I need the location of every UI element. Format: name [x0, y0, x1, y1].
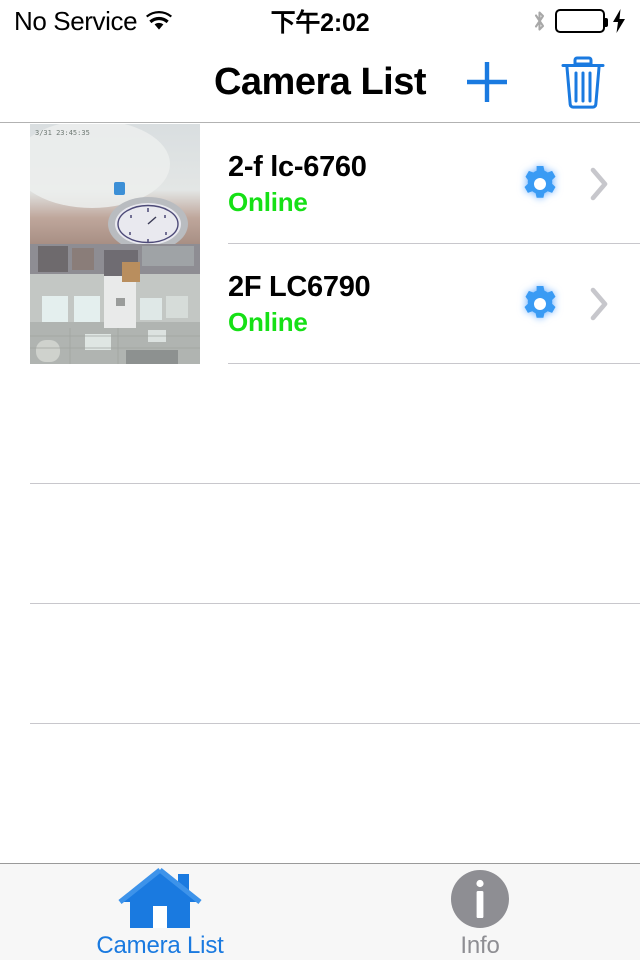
camera-info: 2-f lc-6760 Online: [228, 151, 367, 218]
row-actions: [518, 162, 640, 206]
status-bar-right: [531, 9, 626, 33]
tab-label: Camera List: [96, 932, 224, 959]
empty-list-row: [0, 604, 640, 724]
bluetooth-icon: [531, 9, 548, 33]
chevron-right-icon: [590, 167, 608, 201]
chevron-right-icon: [590, 287, 608, 321]
camera-list[interactable]: 3/31 23:45:35 2-f lc-6760 Online 2F LC67…: [0, 124, 640, 863]
camera-info: 2F LC6790 Online: [228, 270, 371, 338]
thumbnail-timestamp: 3/31 23:45:35: [35, 129, 90, 137]
clock-label: 下午2:02: [270, 9, 370, 37]
table-row[interactable]: 3/31 23:45:35 2-f lc-6760 Online: [0, 124, 640, 244]
empty-list-row: [0, 364, 640, 484]
status-bar: No Service 下午2:02: [0, 0, 640, 42]
table-row[interactable]: 2F LC6790 Online: [0, 244, 640, 364]
battery-nub: [604, 18, 608, 27]
battery-icon: [555, 9, 608, 33]
info-circle-icon: [449, 868, 511, 930]
tab-camera-list[interactable]: Camera List: [0, 864, 320, 960]
nav-bar-actions: [461, 54, 640, 110]
add-camera-button[interactable]: [461, 56, 513, 108]
delete-camera-button[interactable]: [559, 54, 607, 110]
tab-info[interactable]: Info: [320, 864, 640, 960]
disclosure-indicator[interactable]: [584, 162, 614, 206]
lightning-bolt-icon: [612, 9, 626, 33]
gear-icon: [524, 286, 556, 318]
disclosure-indicator[interactable]: [584, 282, 614, 326]
trash-icon: [561, 56, 605, 109]
gear-icon: [524, 166, 556, 198]
camera-settings-button[interactable]: [518, 282, 562, 326]
status-badge: Online: [228, 306, 308, 337]
tab-label: Info: [460, 932, 500, 959]
camera-thumbnail[interactable]: [30, 244, 200, 364]
camera-settings-button[interactable]: [518, 162, 562, 206]
camera-name: 2F LC6790: [228, 270, 371, 303]
tab-bar: Camera List Info: [0, 863, 640, 960]
status-badge: Online: [228, 186, 308, 217]
navigation-bar: Camera List: [0, 42, 640, 123]
carrier-label: No Service: [14, 5, 138, 36]
wifi-icon: [146, 11, 173, 31]
home-icon: [116, 868, 204, 930]
empty-list-row: [0, 484, 640, 604]
camera-thumbnail[interactable]: 3/31 23:45:35: [30, 124, 200, 244]
plus-icon: [467, 62, 507, 102]
status-bar-left: No Service: [14, 5, 173, 37]
row-actions: [518, 282, 640, 326]
camera-name: 2-f lc-6760: [228, 150, 367, 183]
